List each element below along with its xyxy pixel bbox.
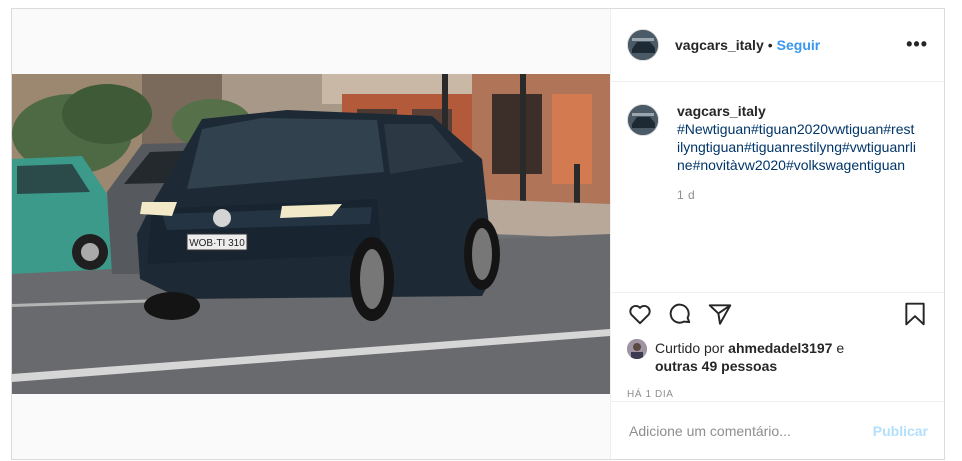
add-comment-bar: Publicar [611,401,944,459]
post-card: WOB·TI 310 vagcars_italy • Seguir ••• va… [11,8,945,460]
car-avatar-image [628,105,658,135]
post-timestamp[interactable]: HÁ 1 DIA [627,389,673,400]
comment-icon[interactable] [667,301,693,332]
post-media: WOB·TI 310 [12,9,611,459]
likes-summary: Curtido por ahmedadel3197 e outras 49 pe… [627,339,844,375]
liker-avatar[interactable] [627,339,647,359]
caption: vagcars_italy #Newtiguan#tiguan2020vwtig… [627,102,917,204]
bookmark-icon[interactable] [902,301,928,332]
comment-input[interactable] [627,421,873,440]
license-plate: WOB·TI 310 [189,238,245,249]
caption-time[interactable]: 1 d [677,186,917,204]
post-photo[interactable]: WOB·TI 310 [12,74,610,394]
comments-section: vagcars_italy #Newtiguan#tiguan2020vwtig… [611,82,944,292]
heart-icon[interactable] [627,301,653,332]
likes-others-link[interactable]: outras 49 pessoas [655,358,777,374]
more-options-icon[interactable]: ••• [906,35,928,53]
share-icon[interactable] [707,301,733,332]
caption-username[interactable]: vagcars_italy [677,102,917,120]
post-sidebar: vagcars_italy • Seguir ••• vagcars_italy… [611,9,944,459]
publish-button[interactable]: Publicar [873,423,928,439]
liked-by-prefix: Curtido por [655,340,725,356]
car-avatar-image [628,30,658,60]
post-header: vagcars_italy • Seguir ••• [611,9,944,82]
caption-hashtags[interactable]: #Newtiguan#tiguan2020vwtiguan#restilyngt… [677,120,917,174]
caption-avatar[interactable] [627,104,659,136]
liker-username[interactable]: ahmedadel3197 [728,340,832,356]
separator-dot: • [767,37,773,53]
follow-button[interactable]: Seguir [777,37,821,53]
post-actions: Curtido por ahmedadel3197 e outras 49 pe… [611,292,944,400]
liked-by-conjunction: e [836,340,845,356]
author-username[interactable]: vagcars_italy [675,37,764,53]
author-avatar[interactable] [627,29,659,61]
